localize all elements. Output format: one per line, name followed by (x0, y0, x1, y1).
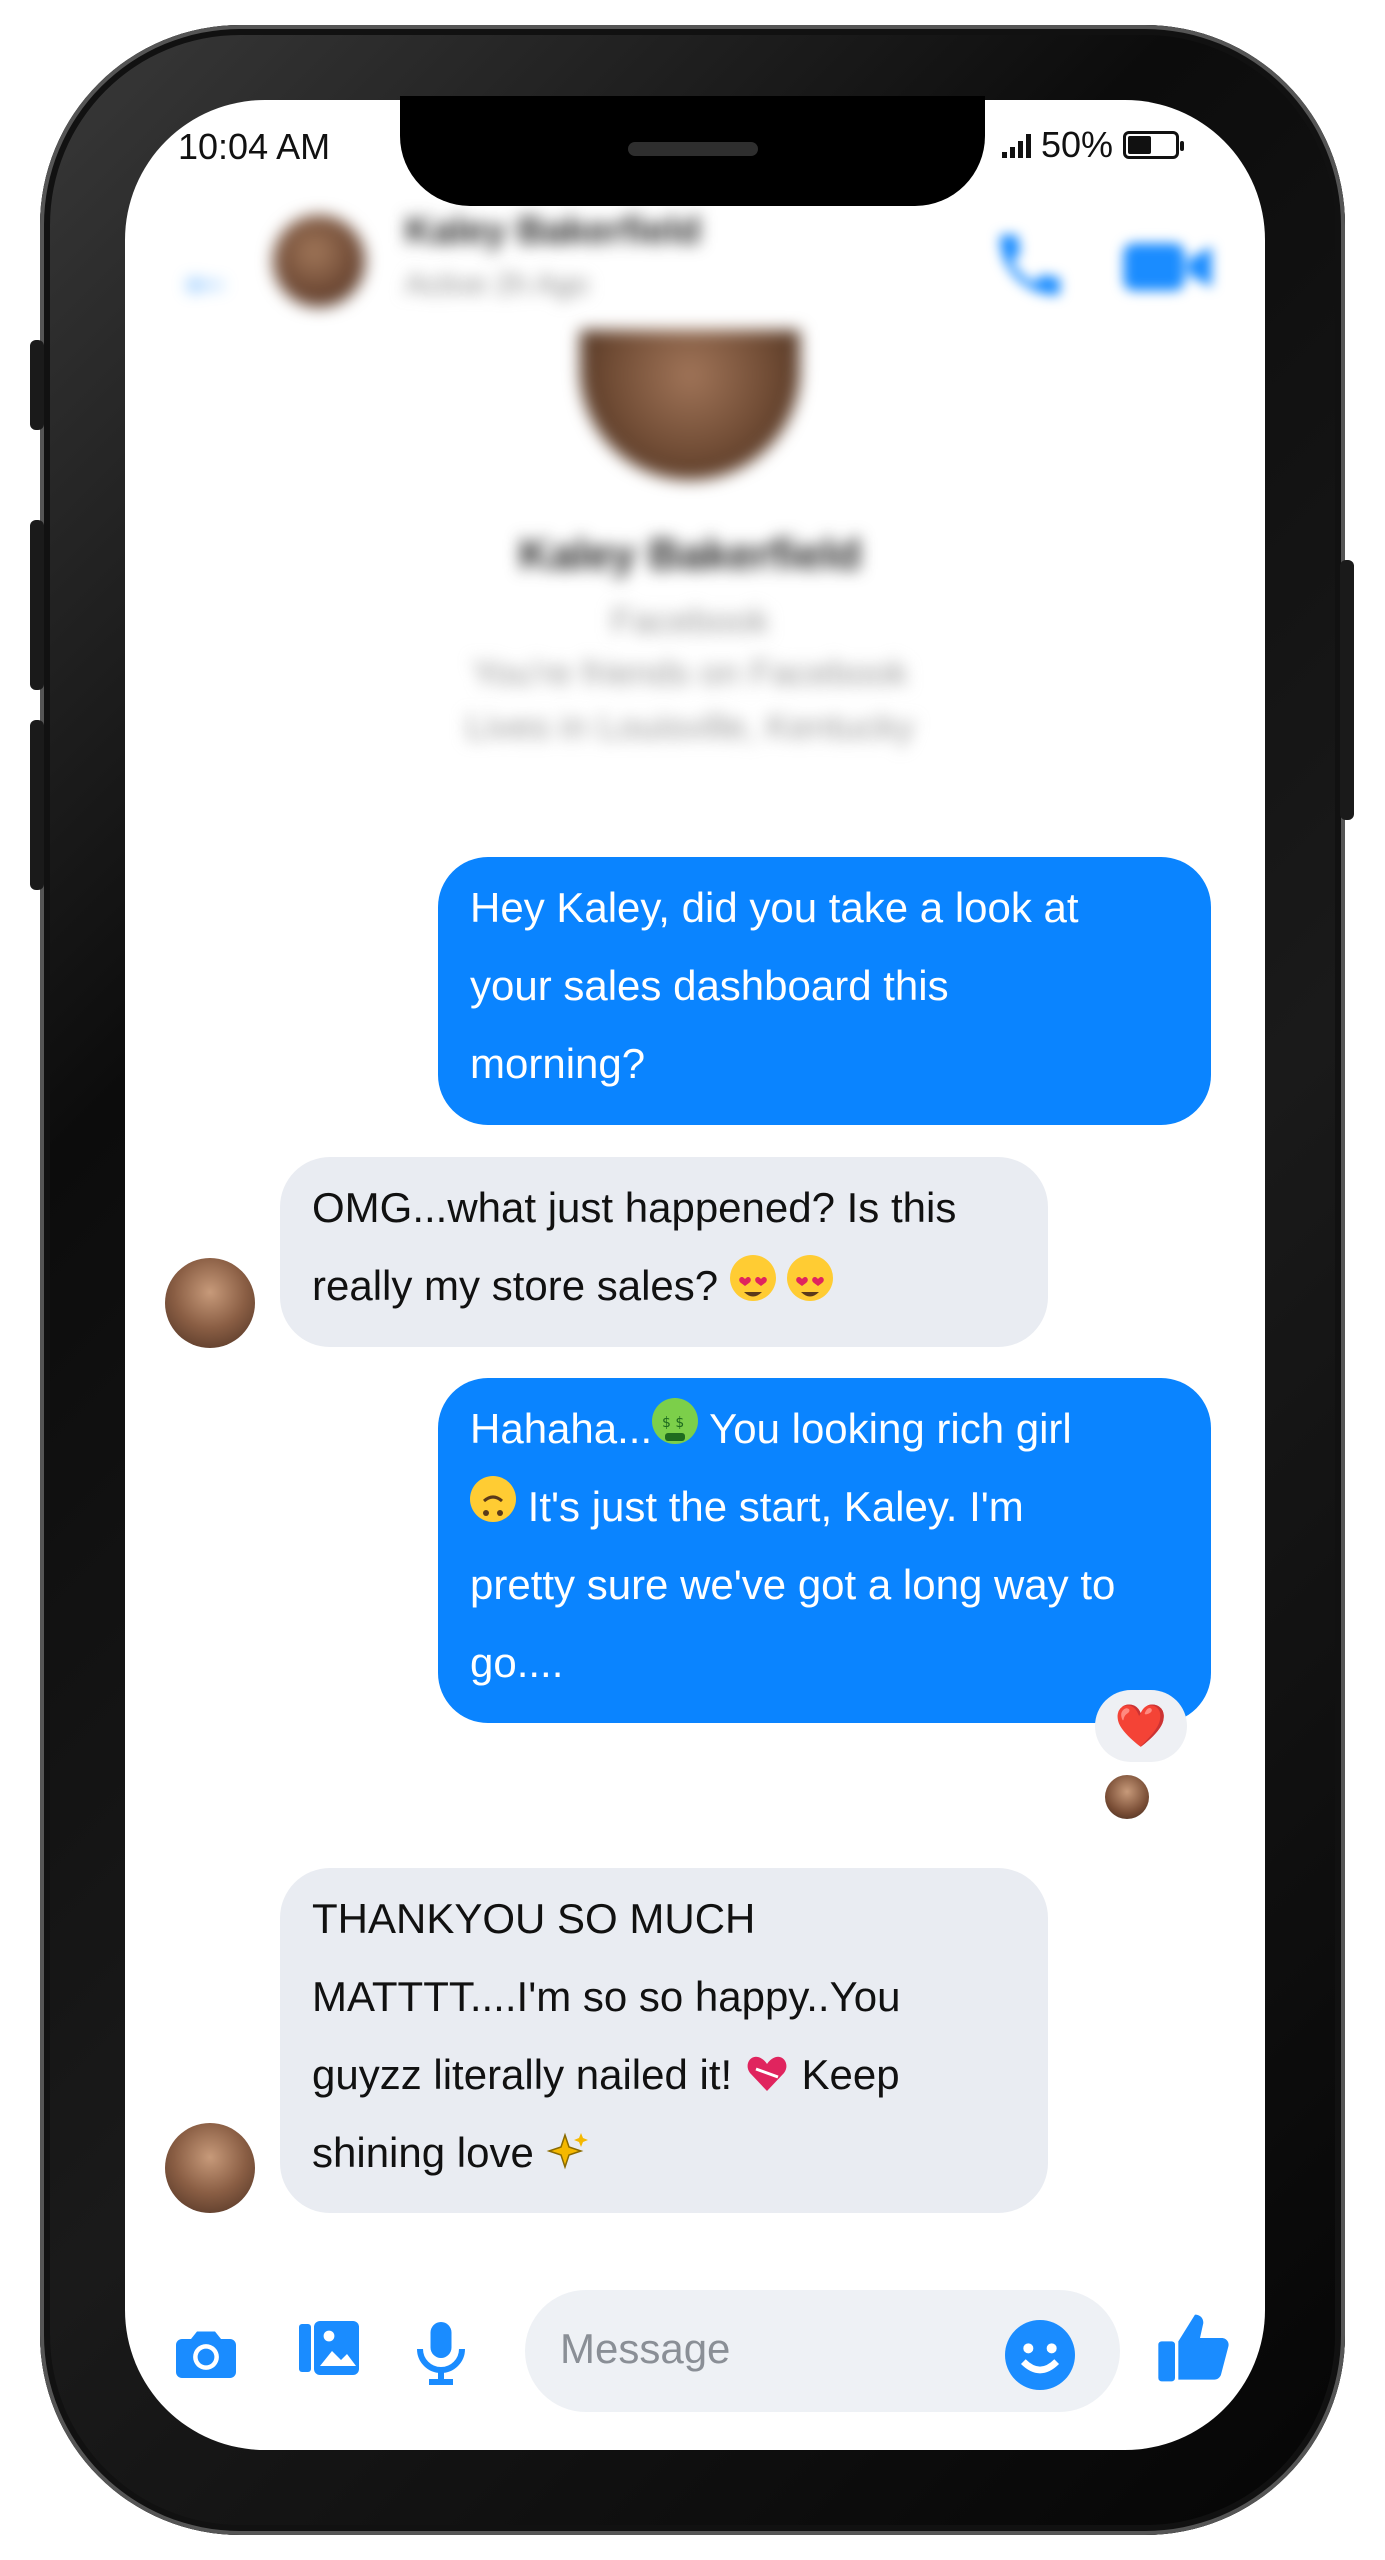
message-line: go.... (470, 1639, 564, 1686)
battery-icon (1123, 131, 1185, 159)
incoming-message[interactable]: OMG...what just happened? Is this really… (280, 1157, 1048, 1347)
message-line: Hahaha... (470, 1405, 653, 1452)
header-active-status: Active 2h Ago (405, 268, 589, 301)
message-line: Keep (801, 2051, 900, 2098)
message-line: your sales dashboard this (470, 962, 949, 1009)
gallery-icon[interactable] (293, 2312, 365, 2384)
sparkles-emoji (545, 2122, 591, 2170)
header-contact-name[interactable]: Kaley Bakerfield (405, 210, 701, 253)
message-line: morning? (470, 1040, 646, 1087)
profile-location-line: Lives in Louisville, Kentucky (465, 706, 915, 747)
message-line: OMG...what just happened? Is this (312, 1184, 957, 1231)
outgoing-message[interactable]: Hey Kaley, did you take a look at your s… (438, 857, 1211, 1125)
signal-bars-icon (1002, 132, 1031, 158)
profile-name: Kaley Bakerfield (518, 530, 862, 579)
earpiece-speaker (628, 142, 758, 156)
message-line: THANKYOU SO MUCH (312, 1895, 756, 1942)
message-line: shining love (312, 2129, 534, 2176)
message-line: really my store sales? (312, 1262, 719, 1309)
heart-reaction[interactable]: ❤️ (1095, 1690, 1187, 1762)
header-avatar[interactable] (273, 215, 365, 307)
message-line: It's just the start, Kaley. I'm (527, 1483, 1024, 1530)
upside-down-face-emoji (470, 1476, 516, 1522)
power-button (1340, 560, 1354, 820)
contact-avatar[interactable] (165, 2123, 255, 2213)
phone-call-icon[interactable] (990, 225, 1070, 305)
heart-eyes-emoji (787, 1255, 834, 1301)
message-line: guyzz literally nailed it! (312, 2051, 733, 2098)
message-input-placeholder: Message (560, 2325, 731, 2372)
profile-friends-line: You're friends on Facebook (472, 652, 908, 693)
message-line: MATTTT....I'm so so happy..You (312, 1973, 901, 2020)
volume-down-button (30, 720, 44, 890)
contact-avatar[interactable] (165, 1258, 255, 1348)
seen-by-avatar (1105, 1775, 1149, 1819)
smiley-icon[interactable] (1000, 2315, 1080, 2395)
heart-eyes-emoji (729, 1255, 776, 1301)
mending-heart-emoji (744, 2044, 790, 2091)
status-indicators: 50% (1002, 124, 1185, 166)
message-line: Hey Kaley, did you take a look at (470, 884, 1079, 931)
money-mouth-emoji: $ $ (652, 1398, 699, 1444)
battery-percent: 50% (1041, 124, 1114, 165)
microphone-icon[interactable] (405, 2316, 477, 2388)
video-camera-icon[interactable] (1120, 232, 1215, 302)
volume-up-button (30, 520, 44, 690)
incoming-message[interactable]: THANKYOU SO MUCH MATTTT....I'm so so hap… (280, 1868, 1048, 2213)
message-line: You looking rich girl (709, 1405, 1072, 1452)
message-line: pretty sure we've got a long way to (470, 1561, 1116, 1608)
thumbs-up-icon[interactable] (1155, 2308, 1235, 2388)
outgoing-message[interactable]: Hahaha... $ $ You looking rich girl It's … (438, 1378, 1211, 1723)
profile-source: Facebook (610, 600, 770, 641)
back-arrow-icon[interactable]: ← (175, 240, 235, 309)
svg-text:$ $: $ $ (662, 1415, 684, 1431)
camera-icon[interactable] (170, 2318, 242, 2390)
status-time: 10:04 AM (178, 126, 331, 167)
mute-switch (30, 340, 44, 430)
